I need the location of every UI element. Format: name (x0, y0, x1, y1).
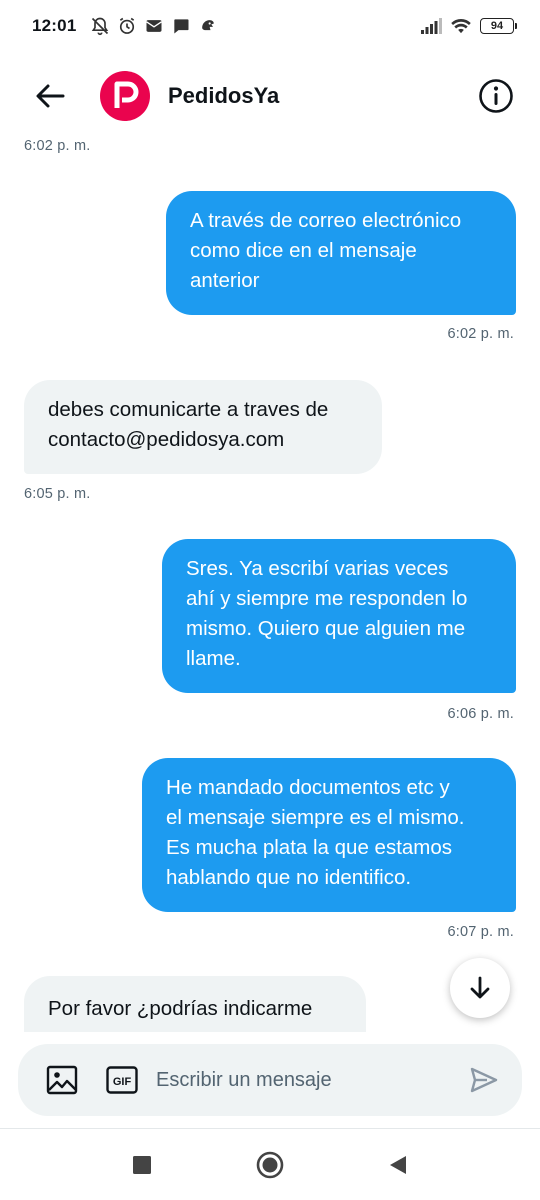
pedidosya-logo-icon (114, 81, 139, 108)
info-button[interactable] (476, 76, 516, 116)
bell-off-icon (92, 17, 109, 36)
message-list[interactable]: 6:02 p. m. A través de correo electrónic… (0, 130, 540, 1032)
message-input[interactable] (156, 1068, 460, 1092)
message-line: ahí y siempre me responden lo (186, 587, 468, 610)
message-line: llame. (186, 647, 241, 670)
message-line: contacto@pedidosya.com (48, 428, 285, 451)
battery-level: 94 (490, 20, 504, 32)
message-timestamp: 6:02 p. m. (447, 326, 514, 342)
add-gif-button[interactable]: GIF (106, 1066, 138, 1094)
message-bubble-outgoing[interactable]: Sres. Ya escribí varias veces ahí y siem… (162, 539, 516, 693)
mail-icon (146, 20, 163, 32)
gif-label: GIF (113, 1076, 132, 1088)
image-icon (46, 1065, 78, 1095)
message-timestamp: 6:02 p. m. (24, 138, 91, 154)
send-button[interactable] (470, 1067, 498, 1093)
message-line: como dice en el mensaje (190, 239, 417, 262)
message-line: Sres. Ya escribí varias veces (186, 557, 449, 580)
message-bubble-outgoing[interactable]: He mandado documentos etc y el mensaje s… (142, 758, 516, 912)
circle-icon (256, 1151, 284, 1179)
message-line: hablando que no identifico. (166, 866, 412, 889)
back-button[interactable] (30, 76, 70, 116)
conversation-header: PedidosYa (0, 62, 540, 130)
message-bubble-incoming[interactable]: Por favor ¿podrías indicarme (24, 976, 366, 1032)
message-line: debes comunicarte a traves de (48, 398, 329, 421)
system-navigation-bar (0, 1130, 540, 1200)
add-image-button[interactable] (46, 1065, 78, 1095)
info-icon (479, 79, 513, 113)
system-back-button[interactable] (376, 1143, 420, 1187)
chat-bubble-icon (174, 19, 189, 34)
avatar[interactable] (100, 71, 150, 121)
message-timestamp: 6:07 p. m. (447, 924, 514, 940)
message-line: Es mucha plata la que estamos (166, 836, 453, 859)
message-timestamp: 6:05 p. m. (24, 486, 91, 502)
message-line: anterior (190, 269, 260, 292)
send-icon (470, 1067, 498, 1093)
nav-divider (0, 1128, 540, 1129)
triangle-back-icon (390, 1156, 406, 1174)
scroll-to-bottom-button[interactable] (450, 958, 510, 1018)
system-status-icons: 94 (420, 18, 517, 34)
app-notification-icon (202, 20, 215, 31)
battery-indicator: 94 (480, 18, 517, 34)
message-line: Por favor ¿podrías indicarme (48, 997, 313, 1020)
signal-icon (421, 18, 442, 34)
alarm-icon (120, 17, 135, 34)
back-arrow-icon (36, 84, 65, 108)
message-line: He mandado documentos etc y (166, 776, 450, 799)
message-timestamp: 6:06 p. m. (447, 706, 514, 722)
message-line: mismo. Quiero que alguien me (186, 617, 466, 640)
message-composer: GIF (18, 1044, 522, 1116)
message-line: el mensaje siempre es el mismo. (166, 806, 465, 829)
message-line: A través de correo electrónico (190, 209, 462, 232)
status-bar: 12:01 94 (0, 0, 540, 52)
gif-icon: GIF (106, 1066, 138, 1094)
recents-button[interactable] (120, 1143, 164, 1187)
wifi-icon (451, 19, 471, 34)
conversation-title[interactable]: PedidosYa (168, 83, 279, 109)
message-bubble-outgoing[interactable]: A través de correo electrónico como dice… (166, 191, 516, 315)
status-time: 12:01 (32, 16, 77, 35)
home-button[interactable] (248, 1143, 292, 1187)
square-icon (133, 1156, 151, 1174)
notification-icons (90, 16, 218, 36)
message-bubble-incoming[interactable]: debes comunicarte a traves de contacto@p… (24, 380, 382, 474)
arrow-down-icon (470, 976, 490, 999)
